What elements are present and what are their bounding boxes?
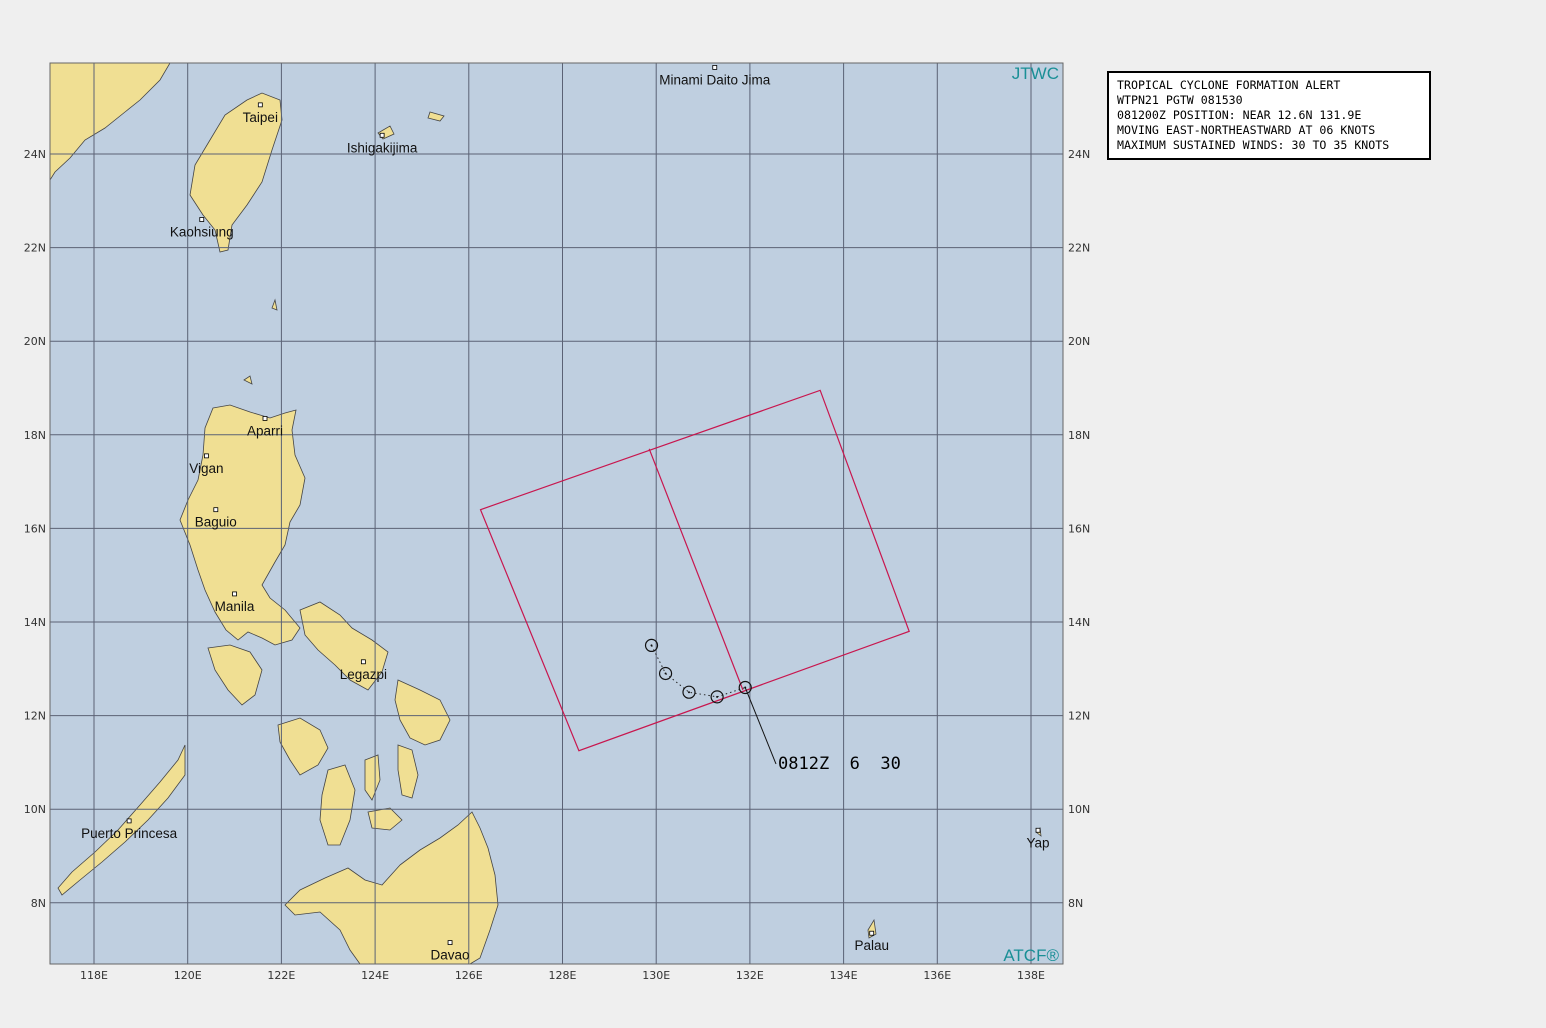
track-position-dot bbox=[687, 691, 690, 694]
lon-tick-label: 136E bbox=[923, 969, 951, 982]
lon-tick-label: 118E bbox=[80, 969, 108, 982]
place-marker bbox=[213, 507, 219, 513]
lat-tick-label-right: 16N bbox=[1068, 522, 1090, 535]
lon-tick-label: 128E bbox=[549, 969, 577, 982]
place-label: Palau bbox=[854, 938, 889, 953]
lon-tick-label: 124E bbox=[361, 969, 389, 982]
place-marker bbox=[869, 930, 875, 936]
lat-tick-label-right: 8N bbox=[1068, 897, 1083, 910]
track-position-dot bbox=[664, 672, 667, 675]
lat-tick-label-left: 16N bbox=[24, 522, 46, 535]
place-marker bbox=[257, 102, 263, 108]
lat-tick-label-right: 20N bbox=[1068, 335, 1090, 348]
lon-tick-label: 132E bbox=[736, 969, 764, 982]
alert-info-box: TROPICAL CYCLONE FORMATION ALERT WTPN21 … bbox=[1107, 71, 1431, 160]
place-marker bbox=[204, 453, 209, 459]
lon-tick-label: 138E bbox=[1017, 969, 1045, 982]
place-label: Davao bbox=[431, 948, 470, 963]
lat-tick-label-left: 10N bbox=[24, 803, 46, 816]
track-position-dot bbox=[716, 695, 719, 698]
place-marker bbox=[126, 818, 132, 824]
lat-tick-label-left: 18N bbox=[24, 429, 46, 442]
place-marker bbox=[379, 132, 385, 138]
lat-tick-label-right: 10N bbox=[1068, 803, 1090, 816]
lon-tick-label: 134E bbox=[830, 969, 858, 982]
lon-tick-label: 120E bbox=[174, 969, 202, 982]
lat-tick-label-left: 24N bbox=[24, 148, 46, 161]
place-label: Taipei bbox=[243, 110, 278, 125]
place-marker bbox=[1035, 827, 1041, 833]
place-label: Kaohsiung bbox=[170, 225, 234, 240]
place-marker bbox=[447, 940, 453, 945]
place-marker bbox=[360, 659, 366, 665]
lat-tick-label-left: 14N bbox=[24, 616, 46, 629]
lon-tick-label: 126E bbox=[455, 969, 483, 982]
place-label: Minami Daito Jima bbox=[659, 72, 771, 87]
place-label: Baguio bbox=[195, 515, 237, 530]
lat-tick-label-left: 8N bbox=[31, 897, 46, 910]
place-label: Puerto Princesa bbox=[81, 826, 178, 841]
lat-tick-label-left: 12N bbox=[24, 710, 46, 723]
lat-tick-label-right: 14N bbox=[1068, 616, 1090, 629]
lon-tick-label: 130E bbox=[642, 969, 670, 982]
alert-position: 081200Z POSITION: NEAR 12.6N 131.9E bbox=[1117, 108, 1362, 122]
place-marker bbox=[262, 416, 268, 421]
place-label: Manila bbox=[215, 599, 255, 614]
lat-tick-label-right: 18N bbox=[1068, 429, 1090, 442]
place-marker bbox=[712, 65, 718, 70]
alert-title: TROPICAL CYCLONE FORMATION ALERT bbox=[1117, 78, 1341, 92]
place-marker bbox=[199, 217, 205, 222]
lat-tick-label-right: 12N bbox=[1068, 710, 1090, 723]
lat-tick-label-right: 24N bbox=[1068, 148, 1090, 161]
place-marker bbox=[232, 591, 237, 597]
place-label: Ishigakijima bbox=[347, 140, 418, 155]
lon-tick-label: 122E bbox=[267, 969, 295, 982]
lat-tick-label-left: 20N bbox=[24, 335, 46, 348]
jtwc-logo-text: JTWC bbox=[1012, 64, 1059, 83]
place-label: Aparri bbox=[247, 423, 283, 438]
lat-tick-label-left: 22N bbox=[24, 242, 46, 255]
atcf-logo-text: ATCF® bbox=[1003, 946, 1059, 965]
place-label: Vigan bbox=[189, 461, 223, 476]
alert-motion: MOVING EAST-NORTHEASTWARD AT 06 KNOTS bbox=[1117, 123, 1376, 137]
track-label: 0812Z 6 30 bbox=[778, 754, 901, 774]
place-label: Legazpi bbox=[340, 667, 387, 682]
track-position-dot bbox=[650, 644, 653, 647]
alert-winds: MAXIMUM SUSTAINED WINDS: 30 TO 35 KNOTS bbox=[1117, 138, 1390, 152]
lat-tick-label-right: 22N bbox=[1068, 242, 1090, 255]
place-label: Yap bbox=[1027, 835, 1050, 850]
alert-bulletin-id: WTPN21 PGTW 081530 bbox=[1117, 93, 1243, 107]
